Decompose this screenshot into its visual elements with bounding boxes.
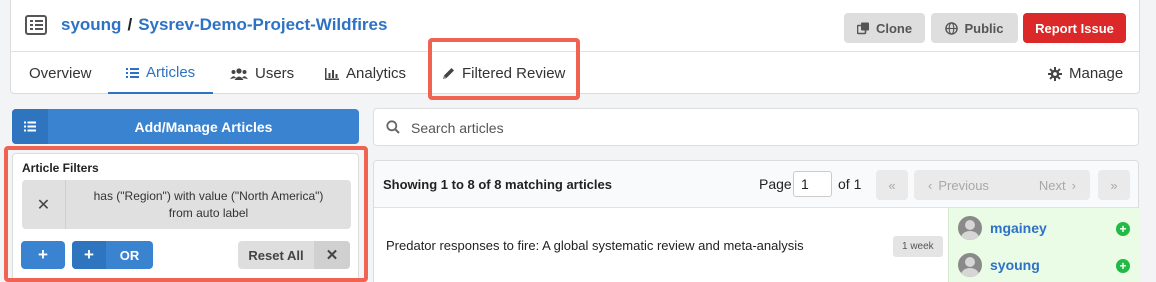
public-button[interactable]: Public (931, 13, 1018, 43)
avatar (958, 216, 982, 240)
highlight-article-filters (4, 146, 368, 282)
prev-next-buttons: ‹ Previous Next › (914, 170, 1090, 200)
tab-overview-label: Overview (29, 65, 92, 82)
previous-label: Previous (938, 177, 989, 193)
chevron-left-icon: ‹ (928, 177, 933, 193)
clone-button[interactable]: Clone (844, 13, 925, 43)
article-list-panel: Showing 1 to 8 of 8 matching articles Pa… (373, 160, 1139, 282)
search-input[interactable] (411, 117, 1011, 139)
double-chevron-right-icon: » (1110, 177, 1118, 193)
breadcrumb-project[interactable]: Sysrev-Demo-Project-Wildfires (138, 15, 387, 34)
report-issue-label: Report Issue (1035, 20, 1114, 36)
avatar (958, 253, 982, 277)
add-manage-list-icon (12, 109, 48, 144)
user-name[interactable]: syoung (990, 257, 1040, 273)
tab-articles[interactable]: Articles (108, 53, 214, 94)
breadcrumb-separator: / (127, 15, 133, 34)
next-label: Next (1038, 177, 1066, 193)
tab-analytics[interactable]: Analytics (325, 53, 406, 94)
tab-articles-label: Articles (146, 64, 196, 81)
article-age-badge: 1 week (893, 236, 943, 257)
page-number-input[interactable] (793, 171, 832, 197)
tab-manage-label: Manage (1069, 65, 1124, 82)
add-circle-icon[interactable]: + (1116, 259, 1130, 273)
bar-chart-icon (325, 67, 339, 80)
add-manage-label: Add/Manage Articles (134, 118, 273, 135)
page-label: Page (759, 176, 792, 192)
page-total: of 1 (838, 176, 862, 192)
tab-manage[interactable]: Manage (1048, 53, 1123, 94)
next-button[interactable]: Next › (1039, 178, 1076, 193)
first-page-button[interactable]: « (876, 170, 908, 200)
project-list-icon (25, 15, 47, 35)
double-chevron-left-icon: « (888, 177, 896, 193)
report-issue-button[interactable]: Report Issue (1023, 13, 1126, 43)
article-row[interactable]: Predator responses to fire: A global sys… (374, 208, 946, 282)
tab-users[interactable]: Users (230, 53, 294, 94)
add-circle-icon[interactable]: + (1116, 222, 1130, 236)
add-manage-articles-button[interactable]: Add/Manage Articles (12, 109, 359, 144)
article-users: mgainey + syoung + (948, 208, 1139, 282)
breadcrumb: syoung / Sysrev-Demo-Project-Wildfires (61, 15, 387, 35)
tab-overview[interactable]: Overview (29, 53, 92, 94)
user-entry[interactable]: syoung (958, 252, 1040, 278)
user-name[interactable]: mgainey (990, 220, 1047, 236)
showing-count: Showing 1 to 8 of 8 matching articles (383, 177, 612, 192)
public-label: Public (964, 20, 1004, 36)
clone-label: Clone (875, 20, 913, 36)
article-list-header: Showing 1 to 8 of 8 matching articles Pa… (374, 161, 1138, 208)
search-articles-box (373, 108, 1139, 146)
globe-icon (945, 21, 959, 35)
chevron-right-icon: › (1071, 177, 1076, 193)
clone-icon (856, 22, 869, 34)
user-entry[interactable]: mgainey (958, 215, 1047, 241)
previous-button[interactable]: ‹ Previous (928, 178, 989, 193)
last-page-button[interactable]: » (1098, 170, 1130, 200)
highlight-filtered-review (428, 38, 580, 100)
list-icon (126, 67, 139, 78)
tab-analytics-label: Analytics (346, 65, 407, 82)
search-icon (386, 120, 400, 134)
users-icon (230, 67, 248, 80)
tab-users-label: Users (255, 65, 295, 82)
breadcrumb-user[interactable]: syoung (61, 15, 121, 34)
article-title[interactable]: Predator responses to fire: A global sys… (386, 238, 804, 253)
gear-icon (1048, 66, 1062, 81)
